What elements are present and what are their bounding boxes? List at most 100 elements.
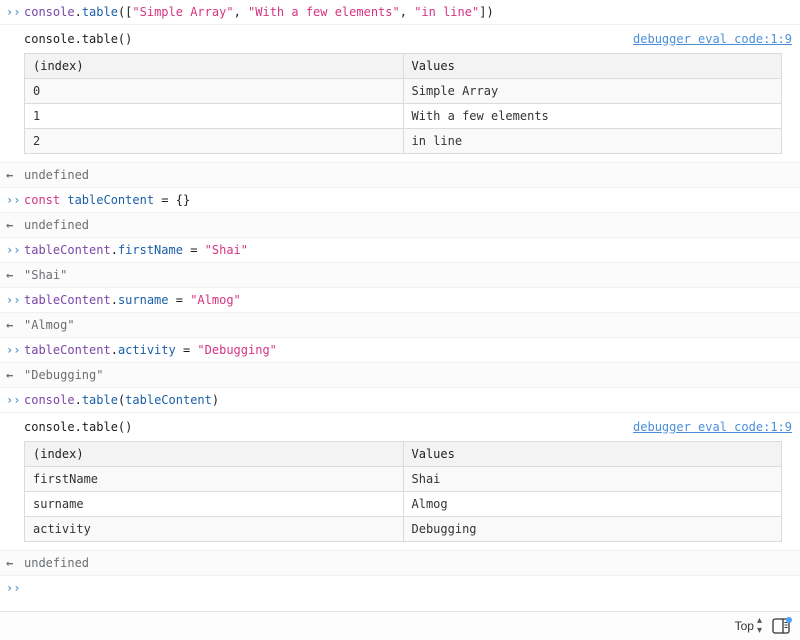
console-result-row: ←undefined [0,163,800,188]
console-table: (index)ValuesfirstNameShaisurnameAlmogac… [24,441,782,542]
code-token: {} [176,193,190,207]
input-chevron-icon: ›› [6,581,24,595]
code-token: "Shai" [24,268,67,282]
table-row[interactable]: 2in line [25,129,782,154]
table-index-cell: 2 [25,129,404,154]
console-table-output: console.table() debugger eval code:1:9 (in… [0,413,800,551]
input-chevron-icon: ›› [6,241,24,259]
output-arrow-icon: ← [6,216,24,234]
input-code: tableContent.surname = "Almog" [24,291,794,309]
code-token: "Shai" [205,243,248,257]
code-token: surname [118,293,169,307]
code-token: = [183,243,205,257]
console-result-row: ←undefined [0,551,800,576]
code-token: console [24,393,75,407]
console-input-row[interactable]: ››console.table(tableContent) [0,388,800,413]
code-token: "Almog" [190,293,241,307]
table-header-cell[interactable]: (index) [25,442,404,467]
table-header-cell[interactable]: Values [403,54,782,79]
source-link[interactable]: debugger eval code:1:9 [633,420,794,434]
code-token: undefined [24,168,89,182]
code-token: , [234,5,248,19]
code-token: const [24,193,67,207]
console-table-output: console.table() debugger eval code:1:9 (in… [0,25,800,163]
table-header-cell[interactable]: (index) [25,54,404,79]
input-chevron-icon: ›› [6,391,24,409]
table-row[interactable]: activityDebugging [25,517,782,542]
code-token: , [400,5,414,19]
output-arrow-icon: ← [6,554,24,572]
console-result-row: ←"Shai" [0,263,800,288]
table-output-header: console.table() debugger eval code:1:9 [24,417,794,437]
result-value: undefined [24,166,794,184]
table-row[interactable]: 1With a few elements [25,104,782,129]
source-link[interactable]: debugger eval code:1:9 [633,32,794,46]
console-input-row[interactable]: ››tableContent.activity = "Debugging" [0,338,800,363]
output-arrow-icon: ← [6,166,24,184]
code-token: = [176,343,198,357]
console-input-row[interactable]: ››tableContent.surname = "Almog" [0,288,800,313]
table-value-cell: Debugging [403,517,782,542]
result-value: undefined [24,554,794,572]
code-token: tableContent [67,193,154,207]
table-output-label: console.table() [24,420,132,434]
code-token: "Debugging" [197,343,276,357]
code-token: undefined [24,218,89,232]
code-token: table [82,393,118,407]
code-token: . [75,5,82,19]
code-token: ) [486,5,493,19]
code-token: "Almog" [24,318,75,332]
table-row[interactable]: firstNameShai [25,467,782,492]
table-index-cell: activity [25,517,404,542]
code-token: . [111,243,118,257]
table-value-cell: in line [403,129,782,154]
result-value: "Almog" [24,316,794,334]
table-output-header: console.table() debugger eval code:1:9 [24,29,794,49]
table-value-cell: Shai [403,467,782,492]
input-code: const tableContent = {} [24,191,794,209]
code-token: tableContent [24,243,111,257]
code-token: . [75,393,82,407]
sort-arrows-icon: ▴▾ [757,616,762,636]
code-token: console [24,5,75,19]
code-token: . [111,293,118,307]
table-row[interactable]: 0Simple Array [25,79,782,104]
input-code: console.table(tableContent) [24,391,794,409]
table-output-label: console.table() [24,32,132,46]
console-prompt-row[interactable]: ›› [0,576,800,600]
frame-selector[interactable]: Top ▴▾ [735,616,762,636]
frame-selector-label: Top [735,619,754,633]
result-value: "Shai" [24,266,794,284]
code-token: tableContent [125,393,212,407]
result-value: "Debugging" [24,366,794,384]
console-input-row[interactable]: ››tableContent.firstName = "Shai" [0,238,800,263]
console-log: ››console.table(["Simple Array", "With a… [0,0,800,576]
table-value-cell: With a few elements [403,104,782,129]
table-header-cell[interactable]: Values [403,442,782,467]
table-row[interactable]: surnameAlmog [25,492,782,517]
input-code: tableContent.firstName = "Shai" [24,241,794,259]
table-value-cell: Almog [403,492,782,517]
table-index-cell: surname [25,492,404,517]
console-input-row[interactable]: ››console.table(["Simple Array", "With a… [0,0,800,25]
code-token: "Simple Array" [132,5,233,19]
input-code: tableContent.activity = "Debugging" [24,341,794,359]
code-token: = [169,293,191,307]
input-chevron-icon: ›› [6,291,24,309]
output-arrow-icon: ← [6,316,24,334]
table-index-cell: firstName [25,467,404,492]
console-table: (index)Values0Simple Array1With a few el… [24,53,782,154]
input-chevron-icon: ›› [6,3,24,21]
console-result-row: ←"Debugging" [0,363,800,388]
console-input-row[interactable]: ››const tableContent = {} [0,188,800,213]
code-token: . [111,343,118,357]
input-chevron-icon: ›› [6,191,24,209]
code-token: "in line" [414,5,479,19]
code-token: firstName [118,243,183,257]
console-result-row: ←undefined [0,213,800,238]
table-index-cell: 1 [25,104,404,129]
table-value-cell: Simple Array [403,79,782,104]
console-result-row: ←"Almog" [0,313,800,338]
code-token: "With a few elements" [248,5,400,19]
sidebar-toggle-icon[interactable] [772,618,790,634]
